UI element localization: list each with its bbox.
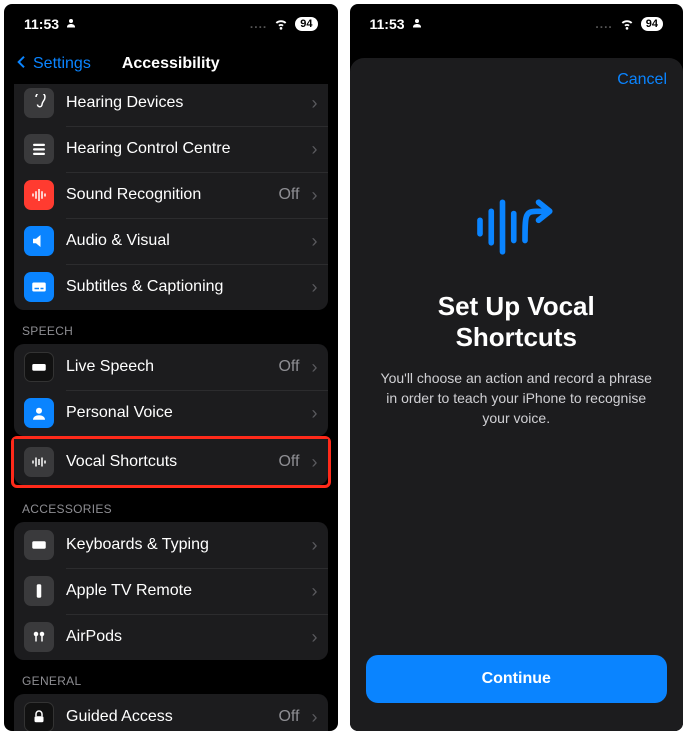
person-voice-icon xyxy=(24,398,54,428)
chevron-right-icon: › xyxy=(312,231,318,252)
person-icon xyxy=(411,16,423,32)
row-apple-tv-remote[interactable]: Apple TV Remote › xyxy=(14,568,328,614)
chevron-right-icon: › xyxy=(312,357,318,378)
battery-indicator: 94 xyxy=(641,17,663,31)
chevron-right-icon: › xyxy=(312,535,318,556)
voice-shortcut-icon xyxy=(24,447,54,477)
row-label: Live Speech xyxy=(66,358,266,376)
row-status: Off xyxy=(278,453,299,471)
row-hearing-control-centre[interactable]: Hearing Control Centre › xyxy=(14,126,328,172)
row-label: Subtitles & Captioning xyxy=(66,278,300,296)
wifi-icon xyxy=(273,15,289,34)
row-vocal-shortcuts[interactable]: Vocal Shortcuts Off › xyxy=(14,439,328,485)
soundwave-icon xyxy=(24,180,54,210)
row-label: Apple TV Remote xyxy=(66,582,300,600)
sheet-body: Set Up Vocal Shortcuts You'll choose an … xyxy=(350,102,684,655)
nav-bar: Settings Accessibility xyxy=(4,44,338,84)
row-status: Off xyxy=(278,358,299,376)
chevron-right-icon: › xyxy=(312,581,318,602)
row-airpods[interactable]: AirPods › xyxy=(14,614,328,660)
setup-sheet: Cancel Set Up Vocal Shortcuts You'll cho… xyxy=(350,58,684,731)
settings-list[interactable]: Hearing Devices › Hearing Control Centre… xyxy=(4,84,338,731)
row-subtitles-captioning[interactable]: Subtitles & Captioning › xyxy=(14,264,328,310)
voice-shortcut-hero-icon xyxy=(471,192,561,267)
row-label: Guided Access xyxy=(66,708,266,726)
airpods-icon xyxy=(24,622,54,652)
chevron-right-icon: › xyxy=(312,139,318,160)
ear-icon xyxy=(24,88,54,118)
battery-indicator: 94 xyxy=(295,17,317,31)
row-status: Off xyxy=(278,708,299,726)
left-phone: 11:53 .... 94 Settings Accessibility xyxy=(4,4,338,731)
speech-group: Live Speech Off › Personal Voice › xyxy=(14,344,328,436)
row-label: Personal Voice xyxy=(66,404,300,422)
chevron-right-icon: › xyxy=(312,707,318,728)
wifi-icon xyxy=(619,15,635,34)
keyboard-icon xyxy=(24,530,54,560)
row-personal-voice[interactable]: Personal Voice › xyxy=(14,390,328,436)
row-label: Audio & Visual xyxy=(66,232,300,250)
row-label: Keyboards & Typing xyxy=(66,536,300,554)
accessories-header: ACCESSORIES xyxy=(14,488,328,522)
row-guided-access[interactable]: Guided Access Off › xyxy=(14,694,328,731)
chevron-right-icon: › xyxy=(312,277,318,298)
cancel-button[interactable]: Cancel xyxy=(617,71,667,89)
row-status: Off xyxy=(278,186,299,204)
continue-button[interactable]: Continue xyxy=(366,655,668,703)
status-time: 11:53 xyxy=(370,16,405,32)
row-label: Hearing Control Centre xyxy=(66,140,300,158)
row-live-speech[interactable]: Live Speech Off › xyxy=(14,344,328,390)
signal-dots-icon: .... xyxy=(595,17,612,31)
row-hearing-devices[interactable]: Hearing Devices › xyxy=(14,84,328,126)
row-sound-recognition[interactable]: Sound Recognition Off › xyxy=(14,172,328,218)
status-bar: 11:53 .... 94 xyxy=(4,4,338,44)
row-label: Hearing Devices xyxy=(66,94,300,112)
row-keyboards-typing[interactable]: Keyboards & Typing › xyxy=(14,522,328,568)
signal-dots-icon: .... xyxy=(250,17,267,31)
sheet-title: Set Up Vocal Shortcuts xyxy=(380,291,654,353)
remote-icon xyxy=(24,576,54,606)
chevron-right-icon: › xyxy=(312,93,318,114)
speech-header: SPEECH xyxy=(14,310,328,344)
page-title: Accessibility xyxy=(4,55,338,73)
status-bar: 11:53 .... 94 xyxy=(350,4,684,44)
sliders-icon xyxy=(24,134,54,164)
general-group: Guided Access Off › Assistive Access › S… xyxy=(14,694,328,731)
highlight-vocal-shortcuts: Vocal Shortcuts Off › xyxy=(11,436,331,488)
right-phone: 11:53 .... 94 Cancel xyxy=(350,4,684,731)
keyboard-speech-icon xyxy=(24,352,54,382)
general-header: GENERAL xyxy=(14,660,328,694)
row-audio-visual[interactable]: Audio & Visual › xyxy=(14,218,328,264)
speaker-icon xyxy=(24,226,54,256)
accessories-group: Keyboards & Typing › Apple TV Remote › A… xyxy=(14,522,328,660)
hearing-group: Hearing Devices › Hearing Control Centre… xyxy=(14,84,328,310)
row-label: Sound Recognition xyxy=(66,186,266,204)
chevron-right-icon: › xyxy=(312,452,318,473)
sheet-header: Cancel xyxy=(350,58,684,102)
sheet-footer: Continue xyxy=(350,655,684,731)
lock-icon xyxy=(24,702,54,731)
sheet-description: You'll choose an action and record a phr… xyxy=(380,369,654,428)
status-time: 11:53 xyxy=(24,16,59,32)
row-label: AirPods xyxy=(66,628,300,646)
chevron-right-icon: › xyxy=(312,403,318,424)
caption-icon xyxy=(24,272,54,302)
row-label: Vocal Shortcuts xyxy=(66,453,266,471)
chevron-right-icon: › xyxy=(312,185,318,206)
person-icon xyxy=(65,16,77,32)
chevron-right-icon: › xyxy=(312,627,318,648)
